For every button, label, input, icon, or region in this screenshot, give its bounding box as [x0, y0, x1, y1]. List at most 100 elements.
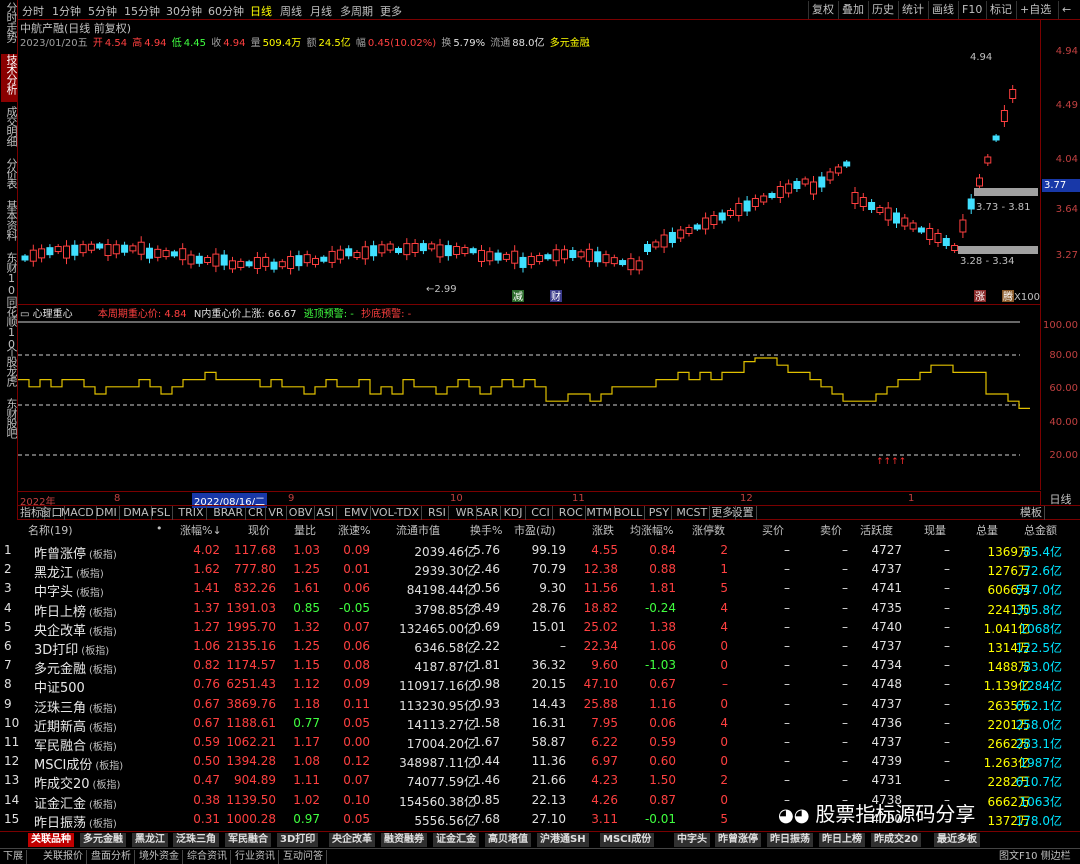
indicator-tab[interactable]: BRAR [211, 506, 247, 520]
table-row[interactable]: 近期新高 (板指) 10 0.67 1188.61 0.77 0.05 14113.27亿 1.… [0, 714, 1080, 735]
sidebar-item-forum[interactable]: 东财股吧 [1, 398, 18, 446]
indicator-tab[interactable]: VOL-TDX [370, 506, 423, 520]
sidebar-item-dragon-tiger[interactable]: 个股龙虎 [1, 346, 18, 394]
indicator-dropdown-icon[interactable]: ▭ [20, 309, 29, 320]
draw-button[interactable]: 画线 [928, 1, 957, 19]
col-vol[interactable]: 总量 [976, 522, 998, 538]
status-btn-expand[interactable]: 下展 [0, 850, 27, 864]
table-row[interactable]: 央企改革 (板指) 5 1.27 1995.70 1.32 0.07 132465.00亿 0.… [0, 618, 1080, 639]
adjust-button[interactable]: 复权 [808, 1, 837, 19]
sidebar-item-eastmoney[interactable]: 东财10 [1, 252, 18, 296]
table-row[interactable]: 中字头 (板指) 3 1.41 832.26 1.61 0.06 84198.44亿 0.56 9… [0, 579, 1080, 600]
related-tab[interactable]: 多元金融 [80, 833, 127, 847]
period-multi[interactable]: 多周期 [340, 3, 373, 19]
period-display[interactable]: 日线 [1040, 491, 1080, 506]
sidebar-item-technical[interactable]: 技术分析 [1, 54, 18, 102]
indicator-tab[interactable]: TRIX [176, 506, 207, 520]
indicator-tab[interactable]: CR [246, 506, 267, 520]
table-row[interactable]: 黑龙江 (板指) 2 1.62 777.80 1.25 0.01 2939.30亿 2.46 70… [0, 560, 1080, 581]
indicator-tab[interactable]: KDJ [502, 506, 526, 520]
table-row[interactable]: 3D打印 (板指) 6 1.06 2135.16 1.25 0.06 6346.58亿 2.22… [0, 637, 1080, 658]
template-button[interactable]: 模板 [1018, 506, 1045, 520]
indicator-tab[interactable]: EMV [342, 506, 371, 520]
table-row[interactable]: 昨成交20 (板指) 13 0.47 904.89 1.11 0.07 74077.59亿 1.… [0, 771, 1080, 792]
indicator-name[interactable]: 心理重心 [33, 309, 73, 320]
table-row[interactable]: 昨日上榜 (板指) 4 1.37 1391.03 0.85 -0.05 3798.85亿 8.4… [0, 599, 1080, 620]
related-tab[interactable]: 昨成交20 [871, 833, 922, 847]
indicator-tab[interactable]: PSY [647, 506, 673, 520]
col-volratio[interactable]: 量比 [294, 522, 316, 538]
status-btn-foreign[interactable]: 境外资金 [136, 850, 183, 864]
mark-button[interactable]: 标记 [986, 1, 1015, 19]
period-30min[interactable]: 30分钟 [166, 3, 202, 19]
col-amt[interactable]: 总金额 [1024, 522, 1057, 538]
period-daily[interactable]: 日线 [250, 3, 272, 19]
related-tab[interactable]: 央企改革 [329, 833, 376, 847]
col-avg[interactable]: 均涨幅% [630, 522, 673, 538]
related-tab[interactable]: 3D打印 [277, 833, 320, 847]
related-tab[interactable]: 军民融合 [225, 833, 272, 847]
indicator-tab[interactable]: DMI [94, 506, 120, 520]
col-sell[interactable]: 卖价 [820, 522, 842, 538]
related-tab[interactable]: 高贝塔值 [485, 833, 532, 847]
period-weekly[interactable]: 周线 [280, 3, 302, 19]
period-more[interactable]: 更多 [380, 3, 402, 19]
overlay-button[interactable]: 叠加 [838, 1, 867, 19]
related-tab[interactable]: 关联品种 [28, 833, 75, 847]
col-curvol[interactable]: 现量 [924, 522, 946, 538]
related-tab[interactable]: 昨日上榜 [819, 833, 866, 847]
period-15min[interactable]: 15分钟 [124, 3, 160, 19]
related-tab[interactable]: 昨日振荡 [767, 833, 814, 847]
related-tab[interactable]: 昨曾涨停 [715, 833, 762, 847]
back-button[interactable]: ← [1058, 1, 1074, 19]
indicator-tab[interactable]: ROC [557, 506, 586, 520]
indicator-tab[interactable]: RSI [426, 506, 449, 520]
candlestick-chart[interactable]: 3.73 - 3.81 3.28 - 3.34 4.94 ←2.99 减 财 涨… [18, 48, 1040, 304]
col-limit[interactable]: 涨停数 [692, 522, 725, 538]
history-button[interactable]: 历史 [868, 1, 897, 19]
related-tab[interactable]: 沪港通SH [537, 833, 590, 847]
col-mktcap[interactable]: 流通市值 [396, 522, 440, 538]
indicator-tab[interactable]: 设置 [730, 506, 757, 520]
col-activity[interactable]: 活跃度 [860, 522, 893, 538]
status-btn-industry[interactable]: 行业资讯 [232, 850, 279, 864]
indicator-tab[interactable]: BOLL [612, 506, 646, 520]
indicator-tab[interactable]: CCI [529, 506, 553, 520]
col-price[interactable]: 现价 [248, 522, 270, 538]
table-row[interactable]: 多元金融 (板指) 7 0.82 1174.57 1.15 0.08 4187.87亿 1.81… [0, 656, 1080, 677]
status-btn-analysis[interactable]: 盘面分析 [88, 850, 135, 864]
table-row[interactable]: MSCI成份 (板指) 12 0.50 1394.28 1.08 0.12 348987.11… [0, 752, 1080, 773]
related-tab[interactable]: 融资融券 [381, 833, 428, 847]
oscillator-chart[interactable]: ↑↑↑↑ [18, 320, 1040, 491]
indicator-tab[interactable]: SAR [474, 506, 502, 520]
indicator-tab[interactable]: MACD [59, 506, 97, 520]
period-5min[interactable]: 5分钟 [88, 3, 117, 19]
status-right[interactable]: 图文F10 侧边栏 [996, 850, 1074, 864]
table-row[interactable]: 军民融合 (板指) 11 0.59 1062.21 1.17 0.00 17004.20亿 1.… [0, 733, 1080, 754]
table-row[interactable]: 泛珠三角 (板指) 9 0.67 3869.76 1.18 0.11 113230.95亿 0.… [0, 695, 1080, 716]
col-buy[interactable]: 买价 [762, 522, 784, 538]
col-turn[interactable]: 换手% [470, 522, 502, 538]
indicator-tab[interactable]: MCST [674, 506, 711, 520]
sidebar-item-intraday[interactable]: 分时走势 [1, 2, 18, 50]
stats-button[interactable]: 统计 [898, 1, 927, 19]
col-name[interactable]: 名称(19) [28, 522, 73, 538]
related-tab[interactable]: 最近多板 [934, 833, 981, 847]
add-watchlist-button[interactable]: +自选 [1016, 1, 1054, 19]
col-diff[interactable]: 涨跌 [592, 522, 614, 538]
col-speed[interactable]: 涨速% [338, 522, 370, 538]
col-pe[interactable]: 市盈(动) [514, 522, 556, 538]
indicator-tab[interactable]: OBV [287, 506, 316, 520]
sidebar-item-ths[interactable]: 同花顺10 [1, 296, 18, 350]
sidebar-item-price-table[interactable]: 分价表 [1, 158, 18, 196]
f10-button[interactable]: F10 [958, 1, 985, 19]
table-row[interactable]: 中证500 8 0.76 6251.43 1.12 0.09 110917.16亿 0.98 2… [0, 675, 1080, 696]
indicator-tab[interactable]: FSL [149, 506, 174, 520]
period-intraday[interactable]: 分时 [22, 3, 44, 19]
related-tab[interactable]: 中字头 [674, 833, 711, 847]
indicator-tab[interactable]: VR [266, 506, 287, 520]
table-row[interactable]: 昨曾涨停 (板指) 1 4.02 117.68 1.03 0.09 2039.46亿 5.76 9… [0, 541, 1080, 562]
period-monthly[interactable]: 月线 [310, 3, 332, 19]
indicator-tab[interactable]: ASI [314, 506, 338, 520]
sidebar-item-profile[interactable]: 基本资料 [1, 200, 18, 248]
